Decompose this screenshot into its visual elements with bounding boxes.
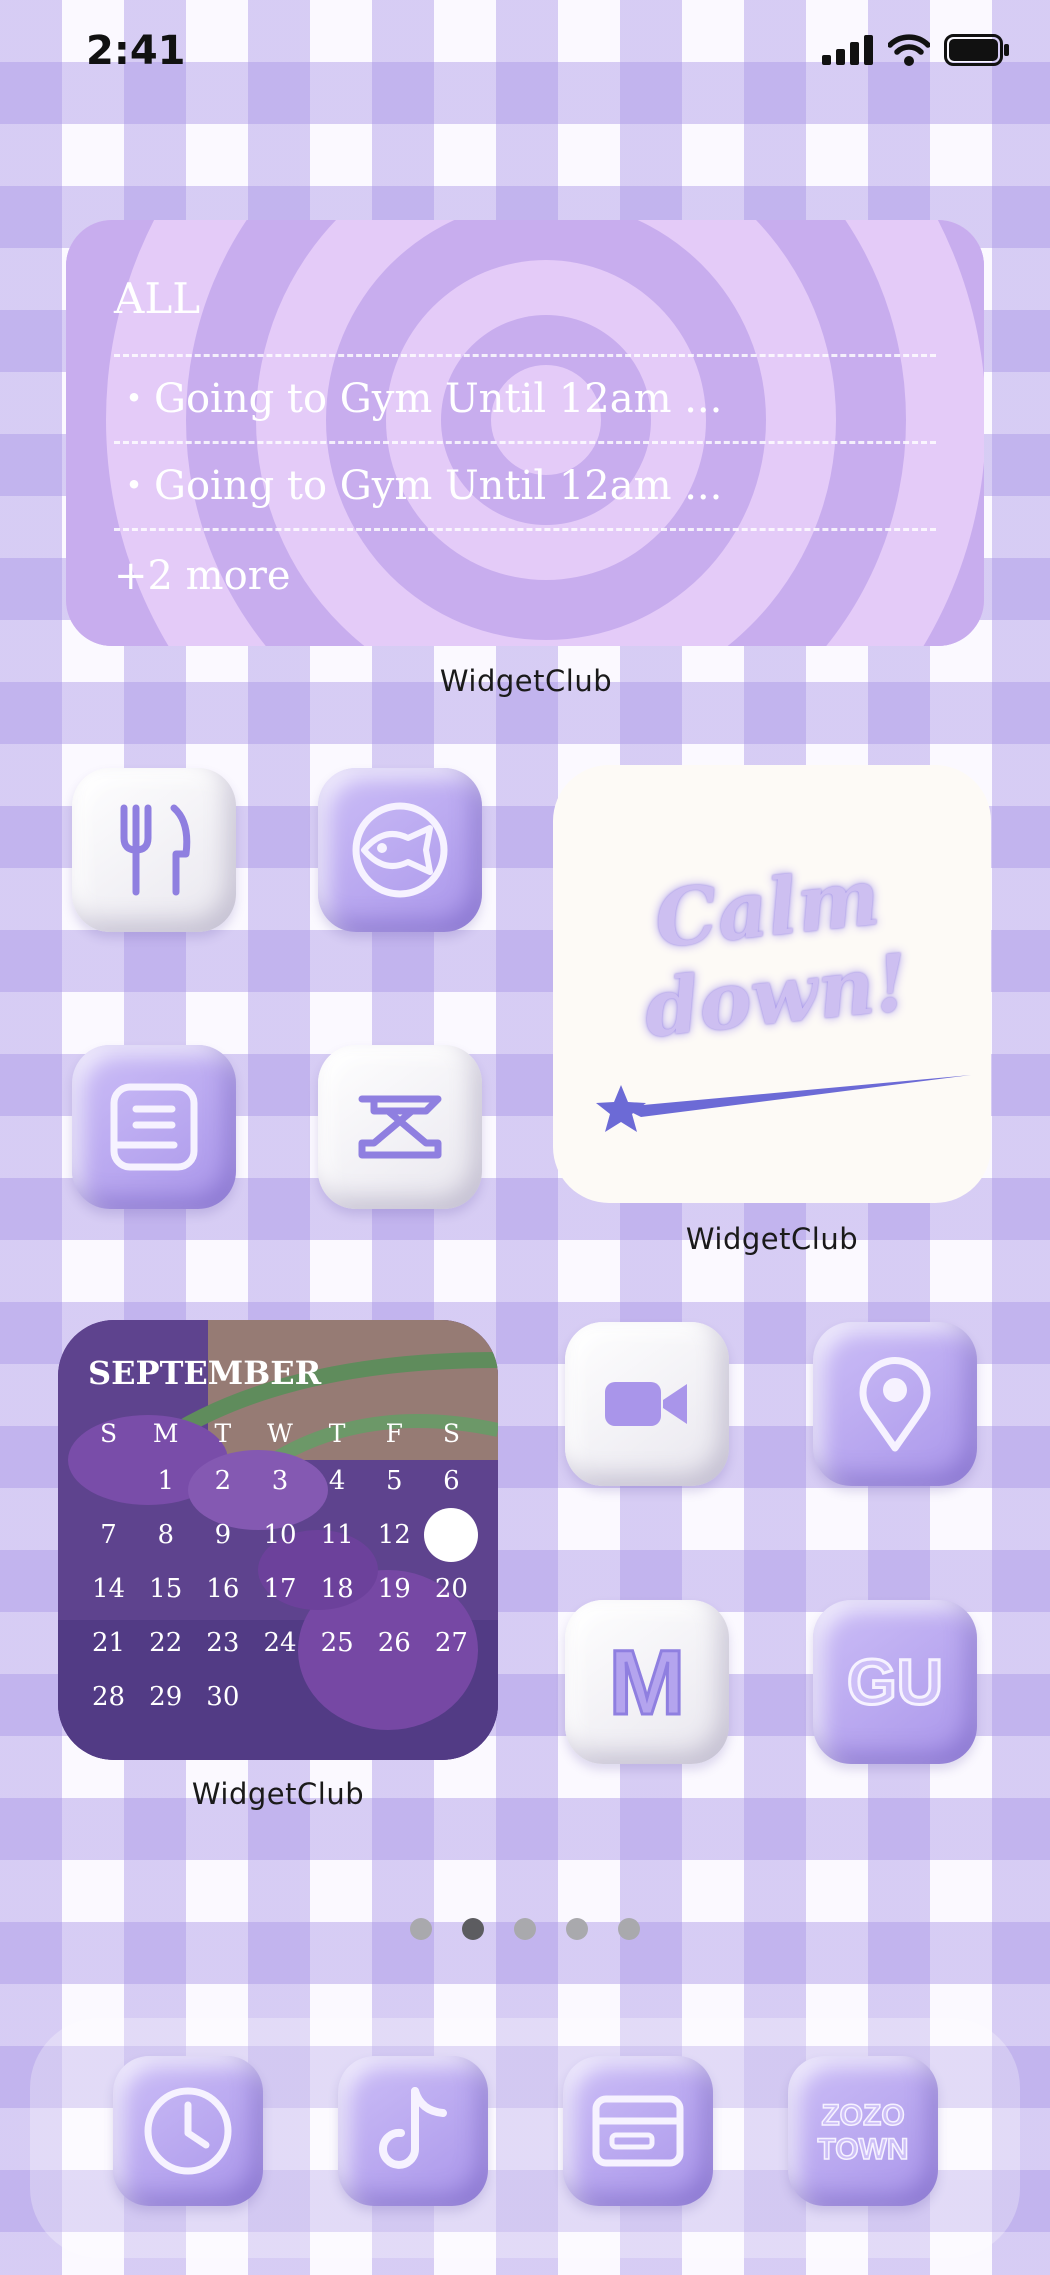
app-maps[interactable]	[813, 1322, 977, 1486]
weekday-label: F	[385, 1419, 403, 1448]
calendar-day: 30	[206, 1682, 240, 1712]
calendar-day: 1	[157, 1466, 174, 1496]
calendar-day: 5	[386, 1466, 403, 1496]
calendar-day: 9	[214, 1520, 232, 1550]
wifi-icon	[888, 34, 930, 66]
app-utensils[interactable]	[72, 768, 236, 932]
calendar-day: 26	[377, 1628, 411, 1658]
reminders-widget[interactable]: ALL ・Going to Gym Until 12am ... ・Going …	[66, 220, 984, 646]
app-gmail[interactable]: M	[565, 1600, 729, 1764]
calm-down-widget[interactable]: Calm down!	[553, 765, 991, 1203]
calendar-day: 22	[149, 1628, 183, 1658]
calendar-day-today-number: 13	[434, 1520, 468, 1550]
weekday-label: T	[214, 1419, 232, 1448]
calendar-day: 11	[320, 1520, 354, 1550]
weekday-label: M	[152, 1419, 179, 1448]
widget-label: WidgetClub	[439, 664, 613, 698]
utensils-icon	[120, 804, 191, 896]
calendar-grid: S M T W T F S 1 2 3 4 5 6 7 8 9 10 11 12…	[80, 1414, 480, 1724]
battery-icon	[944, 34, 1009, 66]
zozotown-logo-icon: ZOZO TOWN	[817, 2098, 910, 2167]
fish-icon	[352, 802, 448, 898]
calendar-month: SEPTEMBER	[88, 1354, 322, 1392]
dock-app-clock[interactable]	[113, 2056, 263, 2206]
card-icon	[592, 2095, 684, 2167]
widget-label: WidgetClub	[685, 1222, 859, 1256]
calendar-day: 15	[149, 1574, 183, 1604]
page-dot[interactable]	[514, 1918, 536, 1940]
gu-text-icon: GU	[846, 1645, 945, 1720]
page-dot[interactable]	[566, 1918, 588, 1940]
calendar-day: 23	[206, 1628, 240, 1658]
calendar-day: 29	[149, 1682, 183, 1712]
calendar-day: 20	[434, 1574, 468, 1604]
app-capcut[interactable]	[318, 1045, 482, 1209]
calendar-day: 16	[206, 1574, 240, 1604]
reminder-item[interactable]: ・Going to Gym Until 12am ...	[114, 357, 936, 444]
dock-app-wallet[interactable]	[563, 2056, 713, 2206]
calendar-day: 12	[377, 1520, 411, 1550]
status-time: 2:41	[86, 28, 186, 74]
capcut-icon	[358, 1095, 442, 1159]
reminders-more[interactable]: +2 more	[114, 531, 936, 615]
calendar-day	[80, 1454, 137, 1508]
calendar-day: 21	[92, 1628, 126, 1658]
calendar-day: 18	[320, 1574, 354, 1604]
calendar-day-today: 13	[423, 1508, 480, 1562]
calendar-day: 10	[263, 1520, 297, 1550]
dock-app-zozotown[interactable]: ZOZO TOWN	[788, 2056, 938, 2206]
calendar-day	[423, 1670, 480, 1724]
weekday-label: T	[328, 1419, 346, 1448]
calendar-day: 4	[328, 1466, 346, 1496]
page-dot-active[interactable]	[462, 1918, 484, 1940]
page-dot[interactable]	[618, 1918, 640, 1940]
calendar-day: 17	[263, 1574, 297, 1604]
calendar-day	[251, 1670, 308, 1724]
zozo-text: ZOZO	[821, 2099, 904, 2132]
calendar-day: 24	[263, 1628, 297, 1658]
calendar-day: 6	[443, 1466, 460, 1496]
status-icons	[822, 34, 1010, 66]
music-note-icon	[379, 2087, 447, 2169]
notebook-icon	[110, 1083, 198, 1171]
calendar-day: 14	[92, 1574, 126, 1604]
app-video[interactable]	[565, 1322, 729, 1486]
page-indicator[interactable]	[0, 1918, 1050, 1940]
calendar-day: 7	[100, 1520, 117, 1550]
gu-letters: GU	[847, 1646, 943, 1718]
calendar-day: 3	[271, 1466, 289, 1496]
gmail-letter: M	[609, 1632, 686, 1734]
calendar-widget[interactable]: SEPTEMBER S M T W T F S 1 2 3 4 5 6 7 8 …	[58, 1320, 498, 1760]
weekday-label: S	[442, 1419, 460, 1448]
app-fish[interactable]	[318, 768, 482, 932]
calendar-day: 25	[320, 1628, 354, 1658]
widget-label: WidgetClub	[191, 1777, 365, 1811]
video-camera-icon	[605, 1382, 687, 1426]
map-pin-icon	[859, 1357, 931, 1452]
town-text: TOWN	[817, 2133, 908, 2166]
calendar-day: 2	[214, 1466, 232, 1496]
reminder-item[interactable]: ・Going to Gym Until 12am ...	[114, 444, 936, 531]
calendar-day: 8	[157, 1520, 174, 1550]
signal-icon	[822, 35, 873, 65]
calendar-day	[309, 1670, 366, 1724]
dock-app-tiktok[interactable]	[338, 2056, 488, 2206]
shooting-star-icon	[596, 1075, 971, 1132]
weekday-label: S	[100, 1419, 118, 1448]
clock-icon	[144, 2087, 232, 2175]
calendar-day	[366, 1670, 423, 1724]
app-notebook[interactable]	[72, 1045, 236, 1209]
weekday-label: W	[267, 1419, 293, 1448]
calendar-day: 19	[377, 1574, 411, 1604]
m-letter-icon: M	[607, 1631, 687, 1736]
app-gu[interactable]: GU	[813, 1600, 977, 1764]
reminders-header: ALL	[114, 274, 936, 357]
calendar-day: 27	[434, 1628, 468, 1658]
page-dot[interactable]	[410, 1918, 432, 1940]
calendar-day: 28	[92, 1682, 126, 1712]
